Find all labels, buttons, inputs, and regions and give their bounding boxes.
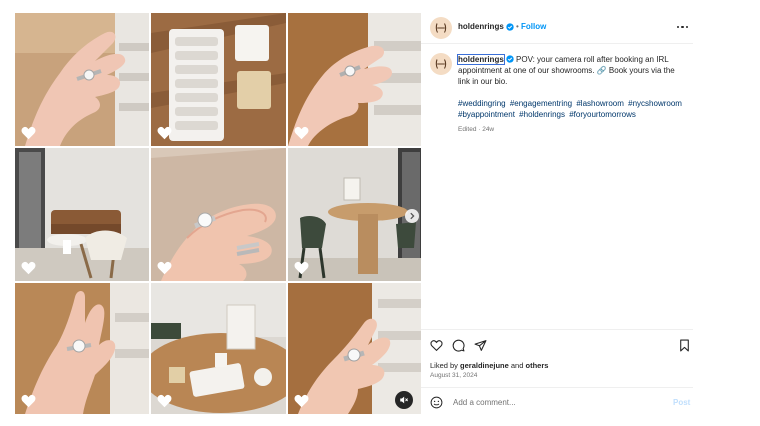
heart-icon[interactable] bbox=[157, 261, 172, 275]
likes-joiner: and bbox=[508, 361, 526, 370]
comment-input[interactable] bbox=[453, 396, 653, 409]
grid-photo-2[interactable] bbox=[151, 13, 286, 146]
caption-meta: Edited · 24w bbox=[458, 126, 495, 133]
next-photo-button[interactable] bbox=[405, 209, 419, 223]
likes-summary: Liked by geraldinejune and others bbox=[430, 361, 548, 370]
caption-body: holdenrings POV: your camera roll after … bbox=[456, 53, 688, 135]
avatar[interactable] bbox=[430, 17, 452, 39]
hashtag-link[interactable]: #holdenrings bbox=[519, 110, 565, 119]
liker-username[interactable]: geraldinejune bbox=[460, 361, 509, 370]
hashtag-link[interactable]: #nycshowroom bbox=[628, 99, 682, 108]
grid-photo-5[interactable] bbox=[151, 148, 286, 281]
emoji-icon[interactable] bbox=[430, 396, 443, 409]
heart-icon[interactable] bbox=[21, 394, 36, 408]
bookmark-icon[interactable] bbox=[678, 339, 691, 352]
post-comment-button[interactable]: Post bbox=[673, 398, 690, 407]
grid-photo-1[interactable] bbox=[15, 13, 149, 146]
heart-icon[interactable] bbox=[294, 261, 309, 275]
heart-icon[interactable] bbox=[21, 261, 36, 275]
verified-badge-icon bbox=[506, 23, 514, 31]
likes-prefix: Liked by bbox=[430, 361, 461, 370]
post-header: holdenrings • Follow bbox=[421, 13, 693, 44]
caption-username[interactable]: holdenrings bbox=[456, 53, 506, 66]
comment-bubble-icon[interactable] bbox=[452, 339, 465, 352]
hashtag-link[interactable]: #lashowroom bbox=[576, 99, 624, 108]
speaker-muted-icon bbox=[400, 396, 408, 404]
action-bar: Liked by geraldinejune and others August… bbox=[421, 329, 693, 414]
photo-grid bbox=[15, 13, 421, 414]
caption-text-block: holdenrings POV: your camera roll after … bbox=[456, 53, 688, 87]
heart-icon[interactable] bbox=[157, 126, 172, 140]
heart-icon[interactable] bbox=[294, 126, 309, 140]
hashtag-link[interactable]: #foryourtomorrows bbox=[569, 110, 636, 119]
heart-icon[interactable] bbox=[21, 126, 36, 140]
mute-button[interactable] bbox=[395, 391, 413, 409]
follow-button[interactable]: Follow bbox=[521, 22, 546, 31]
hashtag-link[interactable]: #byappointment bbox=[458, 110, 515, 119]
paper-plane-icon[interactable] bbox=[474, 339, 487, 352]
avatar[interactable] bbox=[430, 53, 452, 75]
grid-photo-3[interactable] bbox=[288, 13, 421, 146]
more-options-icon[interactable] bbox=[677, 25, 689, 29]
grid-photo-8[interactable] bbox=[151, 283, 286, 414]
grid-photo-7[interactable] bbox=[15, 283, 149, 414]
holden-logo-icon bbox=[435, 59, 447, 69]
post-date[interactable]: August 31, 2024 bbox=[430, 372, 477, 379]
hashtag-link[interactable]: #engagementring bbox=[510, 99, 572, 108]
verified-badge-icon bbox=[506, 55, 514, 63]
heart-icon[interactable] bbox=[157, 394, 172, 408]
comment-composer: Post bbox=[421, 387, 693, 415]
hashtag-link[interactable]: #weddingring bbox=[458, 99, 506, 108]
grid-photo-4[interactable] bbox=[15, 148, 149, 281]
heart-icon[interactable] bbox=[294, 394, 309, 408]
heart-outline-icon[interactable] bbox=[430, 339, 443, 352]
instagram-post-modal: holdenrings • Follow holdenrings POV: yo… bbox=[0, 0, 760, 426]
separator-dot: • bbox=[516, 22, 519, 31]
grid-photo-6[interactable] bbox=[288, 148, 421, 281]
hashtag-list: #weddingring #engagementring #lashowroom… bbox=[458, 98, 688, 120]
post-sidebar: holdenrings • Follow holdenrings POV: yo… bbox=[421, 13, 693, 414]
holden-logo-icon bbox=[435, 23, 447, 33]
post-media[interactable] bbox=[15, 13, 421, 414]
account-username[interactable]: holdenrings bbox=[458, 22, 504, 31]
likes-others-link[interactable]: others bbox=[525, 361, 548, 370]
